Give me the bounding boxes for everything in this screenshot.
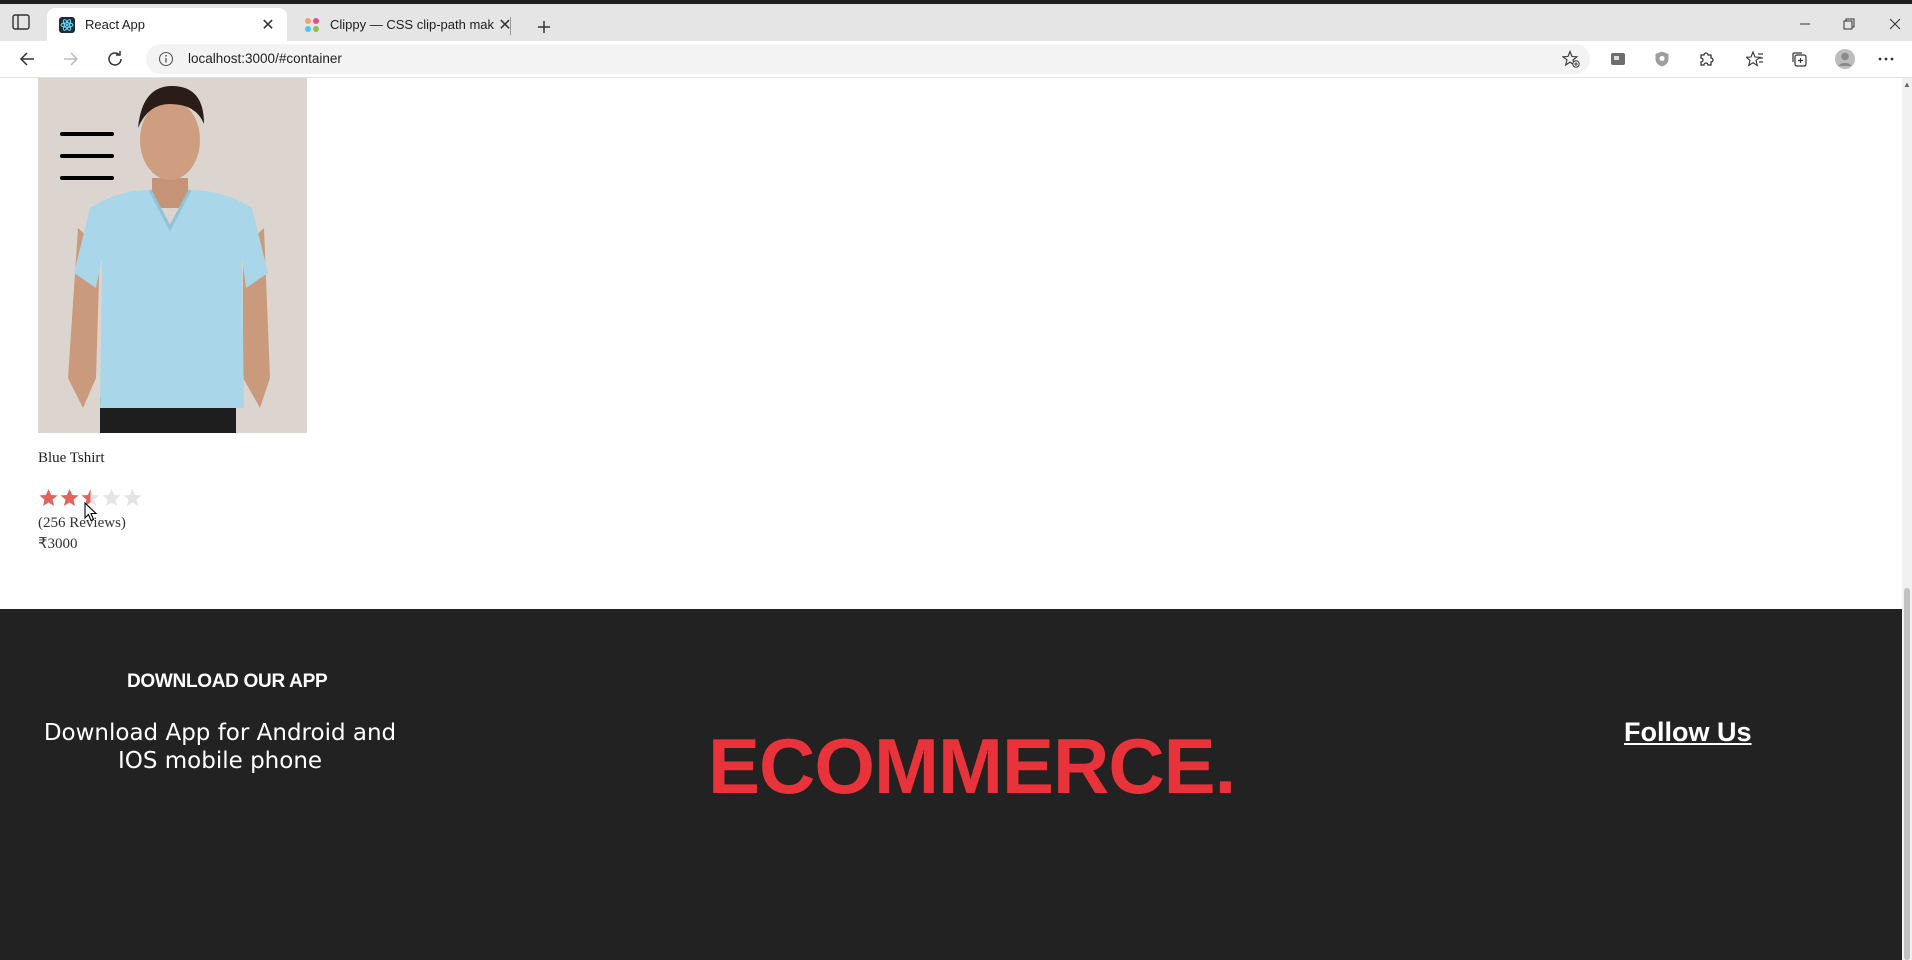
new-tab-icon[interactable] — [532, 15, 556, 39]
close-tab-icon[interactable]: ✕ — [494, 14, 516, 36]
close-window-icon[interactable] — [1872, 10, 1912, 38]
browser-toolbar: localhost:3000/#container — [0, 41, 1912, 78]
forward-icon[interactable] — [57, 45, 85, 73]
clippy-icon — [304, 17, 320, 33]
star-filled-icon — [39, 489, 58, 506]
favorites-icon[interactable] — [1744, 48, 1766, 70]
extension-icon[interactable] — [1607, 48, 1629, 70]
tab-clippy[interactable]: Clippy — CSS clip-path maker ✕ — [292, 8, 524, 41]
product-price: ₹3000 — [38, 536, 78, 552]
url-text[interactable]: localhost:3000/#container — [188, 51, 342, 66]
footer: DOWNLOAD OUR APP Download App for Androi… — [0, 609, 1902, 960]
shield-icon[interactable] — [1651, 48, 1673, 70]
product-name[interactable]: Blue Tshirt — [38, 450, 105, 467]
address-bar[interactable]: localhost:3000/#container — [146, 44, 1590, 74]
tab-title: React App — [85, 17, 145, 32]
page-scrollbar[interactable]: ▲ — [1902, 78, 1912, 960]
react-icon — [59, 16, 75, 33]
download-app-text: Download App for Android and IOS mobile … — [43, 720, 397, 774]
profile-avatar-icon[interactable] — [1834, 48, 1856, 70]
scroll-up-icon[interactable]: ▲ — [1903, 80, 1911, 89]
add-favorite-icon[interactable] — [1561, 50, 1580, 68]
refresh-icon[interactable] — [101, 45, 129, 73]
mouse-cursor-icon — [84, 501, 98, 522]
brand-logo[interactable]: ECOMMERCE. — [708, 721, 1236, 812]
info-icon[interactable] — [158, 51, 174, 67]
page-content: Blue Tshirt (256 Reviews) ₹3000 DOWNLOAD… — [0, 78, 1902, 960]
minimize-icon[interactable] — [1782, 10, 1828, 38]
back-icon[interactable] — [13, 45, 41, 73]
hamburger-menu-icon[interactable] — [60, 132, 114, 180]
star-empty-icon — [102, 489, 121, 506]
tab-react-app[interactable]: React App ✕ — [47, 8, 287, 41]
restore-icon[interactable] — [1826, 10, 1872, 38]
extensions-puzzle-icon[interactable] — [1695, 48, 1717, 70]
tab-actions-icon[interactable] — [12, 14, 30, 30]
download-app-heading: DOWNLOAD OUR APP — [127, 671, 328, 692]
tab-bar: React App ✕ Clippy — CSS clip-path maker… — [0, 4, 1912, 41]
star-empty-icon — [123, 489, 142, 506]
follow-us-link[interactable]: Follow Us — [1624, 717, 1752, 748]
close-tab-icon[interactable]: ✕ — [257, 14, 279, 36]
tab-title: Clippy — CSS clip-path maker — [330, 17, 494, 32]
tab-separator — [510, 17, 511, 35]
more-options-icon[interactable] — [1875, 48, 1897, 70]
scrollbar-thumb[interactable] — [1904, 588, 1910, 960]
review-count: (256 Reviews) — [38, 515, 126, 531]
collections-icon[interactable] — [1788, 48, 1810, 70]
star-filled-icon — [60, 489, 79, 506]
